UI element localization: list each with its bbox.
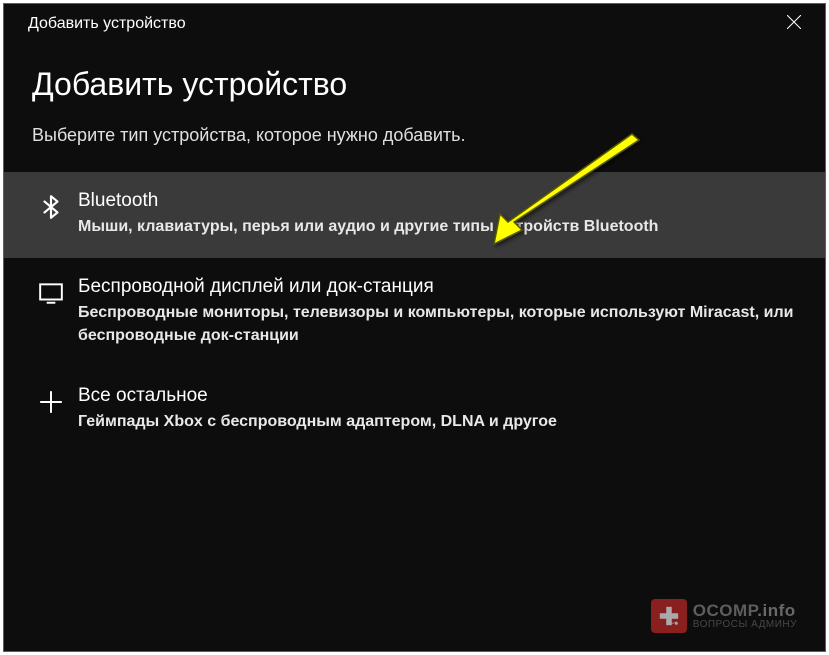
page-title: Добавить устройство <box>32 66 797 103</box>
add-device-window: Добавить устройство Добавить устройство … <box>3 3 826 652</box>
watermark-tagline: ВОПРОСЫ АДМИНУ <box>693 620 797 630</box>
content-area: Добавить устройство Выберите тип устройс… <box>4 44 825 454</box>
watermark-text: OCOMP.info ВОПРОСЫ АДМИНУ <box>693 602 797 630</box>
plus-icon <box>32 385 70 415</box>
watermark-domain: .info <box>757 601 795 620</box>
device-text: Bluetooth Мыши, клавиатуры, перья или ау… <box>70 190 797 238</box>
device-title: Беспроводной дисплей или док-станция <box>78 276 797 298</box>
device-description: Мыши, клавиатуры, перья или аудио и друг… <box>78 216 797 238</box>
bluetooth-icon <box>32 190 70 220</box>
device-item-other[interactable]: Все остальное Геймпады Xbox с беспроводн… <box>4 367 825 453</box>
titlebar: Добавить устройство <box>4 4 825 44</box>
device-title: Bluetooth <box>78 190 797 212</box>
window-title: Добавить устройство <box>28 15 186 33</box>
watermark-brand: OCOMP <box>693 601 758 620</box>
close-button[interactable] <box>781 11 807 37</box>
device-item-bluetooth[interactable]: Bluetooth Мыши, клавиатуры, перья или ау… <box>4 172 825 258</box>
page-subtitle: Выберите тип устройства, которое нужно д… <box>32 125 797 146</box>
display-icon <box>32 276 70 306</box>
device-title: Все остальное <box>78 385 797 407</box>
device-text: Все остальное Геймпады Xbox с беспроводн… <box>70 385 797 433</box>
device-text: Беспроводной дисплей или док-станция Бес… <box>70 276 797 347</box>
watermark: OCOMP.info ВОПРОСЫ АДМИНУ <box>651 599 797 633</box>
device-type-list: Bluetooth Мыши, клавиатуры, перья или ау… <box>4 172 825 454</box>
watermark-badge-icon <box>651 599 687 633</box>
device-item-wireless-display[interactable]: Беспроводной дисплей или док-станция Бес… <box>4 258 825 367</box>
close-icon <box>787 15 801 34</box>
device-description: Беспроводные мониторы, телевизоры и комп… <box>78 302 797 347</box>
device-description: Геймпады Xbox с беспроводным адаптером, … <box>78 411 797 433</box>
